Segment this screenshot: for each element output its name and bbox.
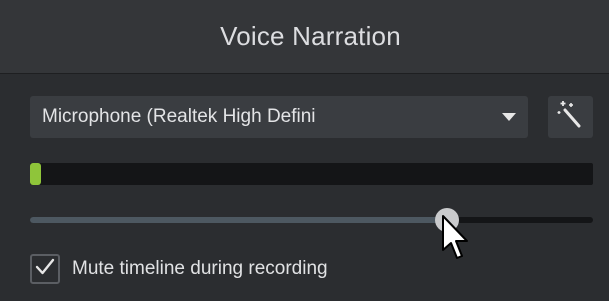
microphone-dropdown-value: Microphone (Realtek High Defini (42, 106, 316, 127)
chevron-down-icon (502, 113, 516, 121)
auto-adjust-button[interactable] (548, 96, 593, 138)
input-volume-slider[interactable] (30, 208, 593, 232)
mute-timeline-checkbox[interactable] (30, 254, 60, 284)
slider-track-fill (30, 217, 447, 223)
mute-timeline-label: Mute timeline during recording (72, 258, 328, 279)
magic-wand-icon (557, 100, 585, 135)
mouse-pointer-icon (441, 214, 469, 267)
mute-timeline-option[interactable]: Mute timeline during recording (30, 254, 328, 284)
audio-level-fill (30, 163, 42, 185)
panel-header: Voice Narration (0, 0, 609, 74)
voice-narration-panel: Voice Narration Microphone (Realtek High… (0, 0, 609, 301)
checkmark-icon (35, 258, 55, 281)
microphone-dropdown[interactable]: Microphone (Realtek High Defini (30, 96, 528, 138)
panel-title: Voice Narration (220, 21, 401, 51)
audio-level-meter (30, 163, 593, 185)
